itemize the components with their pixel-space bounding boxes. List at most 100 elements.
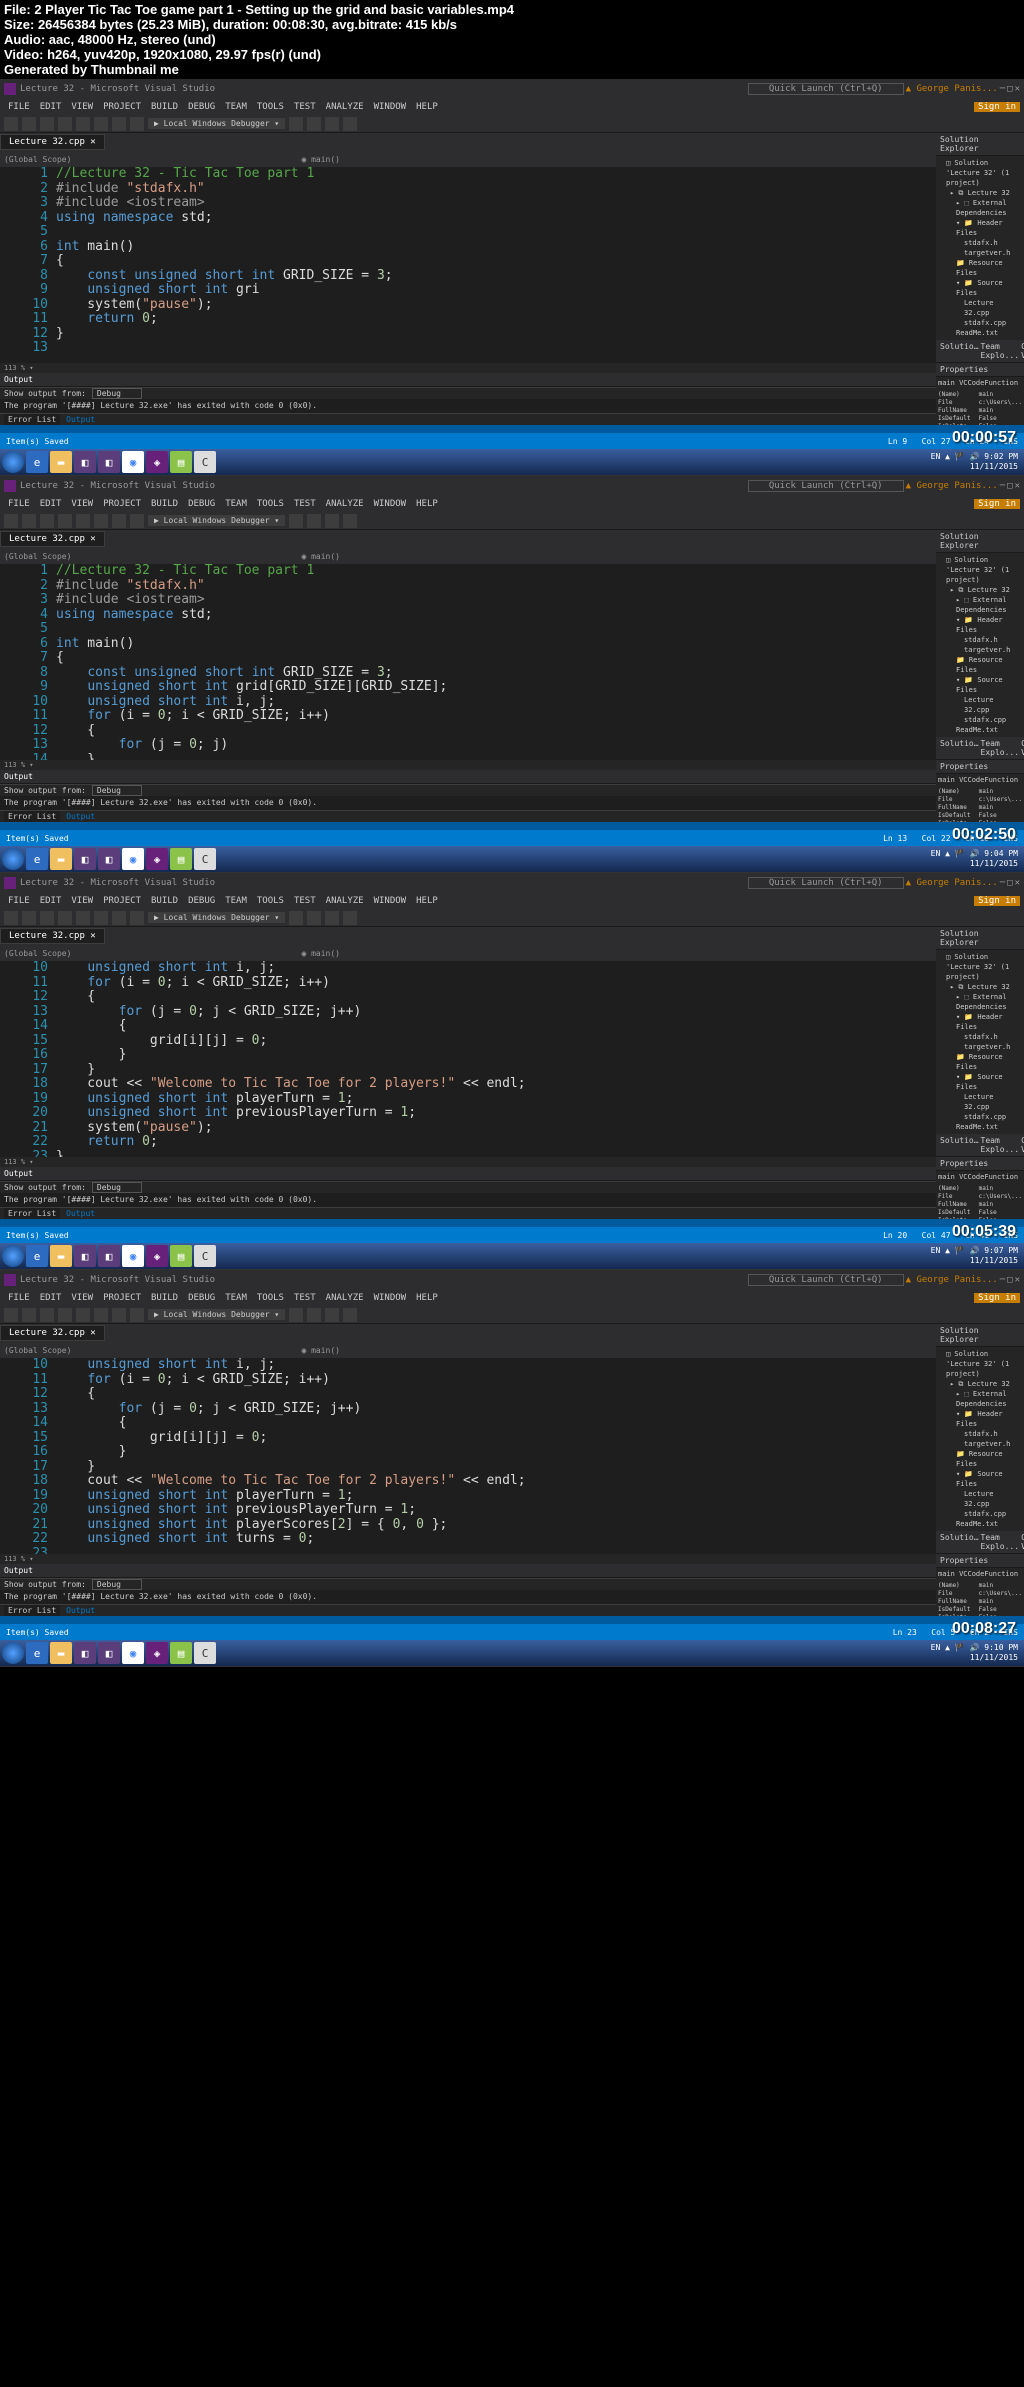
codeblocks-icon[interactable]: C: [194, 1245, 216, 1267]
properties-grid[interactable]: main VCCodeFunction (Name)main Filec:\Us…: [936, 377, 1024, 425]
menu-view[interactable]: VIEW: [67, 499, 97, 509]
minimize-button[interactable]: ─: [1000, 878, 1005, 888]
explorer-icon[interactable]: ▬: [50, 1245, 72, 1267]
menu-window[interactable]: WINDOW: [370, 102, 411, 112]
system-clock[interactable]: EN ▲ 🏴 🔊 9:07 PM11/11/2015: [931, 1246, 1022, 1266]
tab-file[interactable]: Lecture 32.cpp ✕: [0, 531, 105, 547]
app-icon[interactable]: ◧: [74, 1642, 96, 1664]
menu-analyze[interactable]: ANALYZE: [322, 896, 368, 906]
chrome-icon[interactable]: ◉: [122, 451, 144, 473]
output-source-dropdown[interactable]: Debug: [92, 388, 142, 399]
system-clock[interactable]: EN ▲ 🏴 🔊 9:10 PM11/11/2015: [931, 1643, 1022, 1663]
tb-icon[interactable]: [289, 117, 303, 131]
notepad-icon[interactable]: ▤: [170, 1245, 192, 1267]
menu-project[interactable]: PROJECT: [99, 102, 145, 112]
minimize-button[interactable]: ─: [1000, 84, 1005, 94]
explorer-icon[interactable]: ▬: [50, 848, 72, 870]
redo-icon[interactable]: [130, 117, 144, 131]
tb-icon[interactable]: [307, 911, 321, 925]
code-content[interactable]: //Lecture 32 - Tic Tac Toe part 1#includ…: [56, 564, 936, 760]
tab-team[interactable]: Team Explo...: [981, 1136, 1020, 1154]
app-icon[interactable]: ◧: [98, 451, 120, 473]
undo-icon[interactable]: [112, 1308, 126, 1322]
menu-project[interactable]: PROJECT: [99, 896, 145, 906]
app-icon[interactable]: ◧: [98, 1245, 120, 1267]
vs-taskbar-icon[interactable]: ◈: [146, 451, 168, 473]
menu-tools[interactable]: TOOLS: [253, 499, 288, 509]
output-source-dropdown[interactable]: Debug: [92, 1579, 142, 1590]
code-content[interactable]: //Lecture 32 - Tic Tac Toe part 1#includ…: [56, 167, 936, 363]
tb-icon[interactable]: [343, 514, 357, 528]
ie-icon[interactable]: e: [26, 1245, 48, 1267]
explorer-icon[interactable]: ▬: [50, 1642, 72, 1664]
menu-tools[interactable]: TOOLS: [253, 102, 288, 112]
minimize-button[interactable]: ─: [1000, 481, 1005, 491]
start-button[interactable]: [2, 1642, 24, 1664]
tb-icon[interactable]: [289, 514, 303, 528]
tb-icon[interactable]: [289, 911, 303, 925]
menu-edit[interactable]: EDIT: [36, 102, 66, 112]
tb-icon[interactable]: [325, 514, 339, 528]
close-button[interactable]: ✕: [1015, 84, 1020, 94]
tb-icon[interactable]: [325, 911, 339, 925]
menu-analyze[interactable]: ANALYZE: [322, 1293, 368, 1303]
redo-icon[interactable]: [130, 1308, 144, 1322]
menu-help[interactable]: HELP: [412, 896, 442, 906]
tab-team[interactable]: Team Explo...: [981, 342, 1020, 360]
redo-icon[interactable]: [130, 911, 144, 925]
maximize-button[interactable]: □: [1007, 481, 1012, 491]
app-icon[interactable]: ◧: [98, 848, 120, 870]
code-editor[interactable]: 123456789101112131415161718 //Lecture 32…: [0, 564, 936, 760]
menu-project[interactable]: PROJECT: [99, 499, 145, 509]
properties-grid[interactable]: main VCCodeFunction (Name)main Filec:\Us…: [936, 1568, 1024, 1616]
menu-team[interactable]: TEAM: [221, 1293, 251, 1303]
new-project-icon[interactable]: [40, 117, 54, 131]
menu-build[interactable]: BUILD: [147, 499, 182, 509]
tab-solution[interactable]: Solutio…: [940, 1533, 979, 1551]
tab-file[interactable]: Lecture 32.cpp ✕: [0, 134, 105, 150]
open-file-icon[interactable]: [58, 911, 72, 925]
function-dropdown[interactable]: ◉ main(): [301, 949, 340, 958]
menu-debug[interactable]: DEBUG: [184, 896, 219, 906]
notepad-icon[interactable]: ▤: [170, 451, 192, 473]
debug-target-dropdown[interactable]: ▶ Local Windows Debugger ▾: [148, 1309, 285, 1320]
tab-output[interactable]: Output: [66, 415, 95, 424]
app-icon[interactable]: ◧: [74, 848, 96, 870]
menu-test[interactable]: TEST: [290, 896, 320, 906]
menu-debug[interactable]: DEBUG: [184, 499, 219, 509]
save-icon[interactable]: [76, 514, 90, 528]
notepad-icon[interactable]: ▤: [170, 848, 192, 870]
tb-icon[interactable]: [307, 514, 321, 528]
function-dropdown[interactable]: ◉ main(): [301, 1346, 340, 1355]
menu-edit[interactable]: EDIT: [36, 499, 66, 509]
menu-view[interactable]: VIEW: [67, 896, 97, 906]
scope-dropdown[interactable]: (Global Scope): [4, 155, 71, 164]
debug-target-dropdown[interactable]: ▶ Local Windows Debugger ▾: [148, 515, 285, 526]
codeblocks-icon[interactable]: C: [194, 848, 216, 870]
undo-icon[interactable]: [112, 514, 126, 528]
tab-solution[interactable]: Solutio…: [940, 739, 979, 757]
menu-project[interactable]: PROJECT: [99, 1293, 145, 1303]
vs-taskbar-icon[interactable]: ◈: [146, 1245, 168, 1267]
tb-icon[interactable]: [325, 1308, 339, 1322]
scope-dropdown[interactable]: (Global Scope): [4, 949, 71, 958]
system-clock[interactable]: EN ▲ 🏴 🔊 9:04 PM11/11/2015: [931, 849, 1022, 869]
app-icon[interactable]: ◧: [74, 451, 96, 473]
save-icon[interactable]: [76, 1308, 90, 1322]
tab-output[interactable]: Output: [66, 1606, 95, 1615]
user-badge[interactable]: ▲ George Panis...: [906, 84, 998, 94]
user-badge[interactable]: ▲ George Panis...: [906, 481, 998, 491]
debug-target-dropdown[interactable]: ▶ Local Windows Debugger ▾: [148, 118, 285, 129]
function-dropdown[interactable]: ◉ main(): [301, 552, 340, 561]
nav-forward-icon[interactable]: [22, 911, 36, 925]
code-editor[interactable]: 10111213141516171819202122232425 unsigne…: [0, 1358, 936, 1554]
tab-output[interactable]: Output: [66, 812, 95, 821]
menu-debug[interactable]: DEBUG: [184, 1293, 219, 1303]
tb-icon[interactable]: [343, 117, 357, 131]
tb-icon[interactable]: [325, 117, 339, 131]
quick-launch[interactable]: Quick Launch (Ctrl+Q): [748, 1274, 904, 1286]
menu-test[interactable]: TEST: [290, 102, 320, 112]
tab-errorlist[interactable]: Error List: [4, 811, 60, 822]
save-all-icon[interactable]: [94, 1308, 108, 1322]
chrome-icon[interactable]: ◉: [122, 1642, 144, 1664]
